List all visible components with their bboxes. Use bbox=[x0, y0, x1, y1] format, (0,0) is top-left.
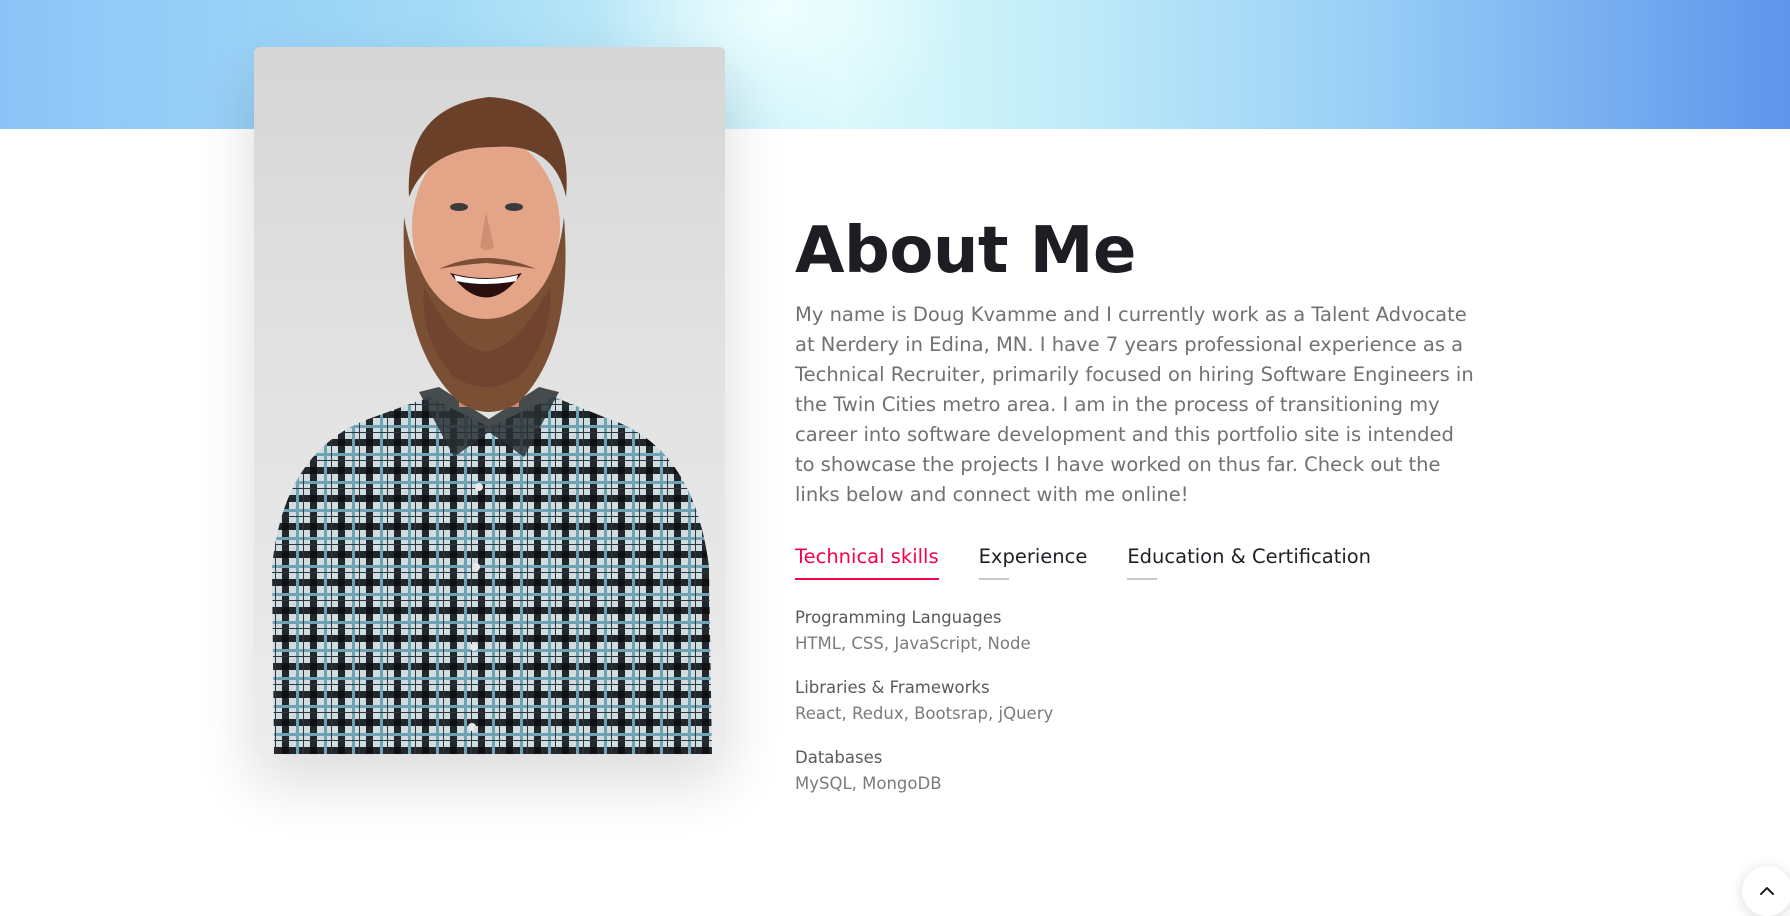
scroll-to-top-button[interactable] bbox=[1742, 866, 1790, 916]
about-description: My name is Doug Kvamme and I currently w… bbox=[795, 303, 1474, 506]
skill-name: Databases bbox=[795, 748, 883, 767]
skill-name: Libraries & Frameworks bbox=[795, 678, 990, 697]
tab-education-certification[interactable]: Education & Certification bbox=[1127, 544, 1371, 580]
about-section: About Me My name is Doug Kvamme and I cu… bbox=[795, 210, 1475, 816]
tab-experience[interactable]: Experience bbox=[978, 544, 1087, 580]
profile-photo bbox=[254, 47, 725, 754]
about-tabs: Technical skills Experience Education & … bbox=[795, 544, 1475, 580]
skill-value: MySQL, MongoDB bbox=[795, 774, 942, 793]
skill-item: Databases MySQL, MongoDB bbox=[795, 746, 1475, 797]
tab-technical-skills[interactable]: Technical skills bbox=[795, 544, 939, 580]
about-title: About Me bbox=[795, 214, 1136, 288]
skill-value: React, Redux, Bootsrap, jQuery bbox=[795, 704, 1054, 723]
skill-name: Programming Languages bbox=[795, 608, 1002, 627]
skill-item: Libraries & Frameworks React, Redux, Boo… bbox=[795, 676, 1475, 727]
skills-panel: Programming Languages HTML, CSS, JavaScr… bbox=[795, 606, 1475, 797]
chevron-up-icon bbox=[1760, 887, 1774, 895]
skill-value: HTML, CSS, JavaScript, Node bbox=[795, 634, 1031, 653]
skill-item: Programming Languages HTML, CSS, JavaScr… bbox=[795, 606, 1475, 657]
